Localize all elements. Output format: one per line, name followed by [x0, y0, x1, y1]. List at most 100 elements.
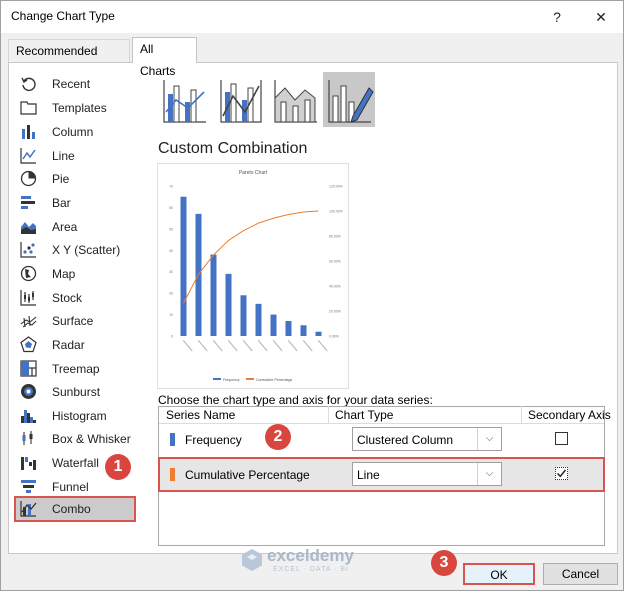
- change-chart-type-dialog: Change Chart Type ? ✕ Recommended Charts…: [0, 0, 624, 591]
- category-combo[interactable]: Combo: [14, 496, 136, 522]
- category-stock[interactable]: Stock: [16, 287, 134, 309]
- category-label: X Y (Scatter): [52, 243, 121, 257]
- category-label: Map: [52, 267, 76, 281]
- series-row-cumulative-percentage: Cumulative Percentage Line ⌵: [158, 457, 605, 492]
- combo-chart-icon: [20, 501, 37, 517]
- left-tick-label: 30: [169, 270, 173, 274]
- category-map[interactable]: Map: [16, 263, 134, 285]
- chevron-down-icon[interactable]: ⌵: [477, 463, 501, 485]
- category-column[interactable]: Column: [16, 121, 134, 143]
- preview-x-label-stub: [287, 339, 298, 352]
- box-whisker-chart-icon: [22, 431, 33, 445]
- category-label: Column: [52, 125, 94, 139]
- category-label: Box & Whisker: [52, 432, 131, 446]
- category-bar[interactable]: Bar: [16, 192, 134, 214]
- legend-frequency-swatch: [213, 378, 221, 380]
- category-xy-scatter[interactable]: X Y (Scatter): [16, 239, 134, 261]
- right-tick-label: 60.00%: [329, 260, 341, 264]
- treemap-chart-icon: [20, 360, 37, 377]
- help-button[interactable]: ?: [545, 5, 569, 29]
- category-surface[interactable]: Surface: [16, 310, 134, 332]
- preview-bar: [315, 331, 322, 336]
- dialog-title: Change Chart Type: [11, 9, 115, 23]
- category-label: Stock: [52, 291, 83, 305]
- preview-bar: [270, 314, 277, 336]
- stacked-area-column-icon: [274, 80, 317, 123]
- combo-subtype-custom-combination[interactable]: [323, 72, 375, 127]
- category-label: Histogram: [52, 409, 107, 423]
- series-row-frequency: Frequency Clustered Column ⌵: [159, 423, 604, 456]
- step-badge-1: 1: [105, 454, 131, 480]
- combo-subtype-stacked-area-column[interactable]: [269, 72, 321, 127]
- category-recent[interactable]: Recent: [16, 73, 134, 95]
- left-tick-label: 50: [169, 227, 173, 231]
- checkmark-icon: [556, 469, 567, 478]
- right-tick-label: 80.00%: [329, 235, 341, 239]
- left-tick-label: 0: [171, 335, 173, 339]
- series-prompt: Choose the chart type and axis for your …: [158, 393, 433, 407]
- left-tick-label: 70: [169, 185, 173, 189]
- stock-chart-icon: [20, 290, 36, 306]
- preview-bar: [180, 196, 187, 336]
- preview-x-label-stub: [272, 339, 283, 352]
- category-label: Radar: [52, 338, 85, 352]
- preview-bars: [180, 196, 322, 336]
- ok-button[interactable]: OK: [463, 563, 535, 585]
- preview-bar: [285, 321, 292, 336]
- preview-x-label-stub: [257, 339, 268, 352]
- funnel-chart-icon: [21, 480, 36, 493]
- secondary-axis-checkbox-cumulative[interactable]: [555, 467, 568, 480]
- category-label: Combo: [52, 502, 91, 516]
- category-box-whisker[interactable]: Box & Whisker: [16, 428, 134, 450]
- series-name: Cumulative Percentage: [185, 468, 310, 482]
- combo-subtype-column-line-secondary[interactable]: [215, 72, 267, 127]
- left-tick-label: 10: [169, 313, 173, 317]
- category-label: Area: [52, 220, 78, 234]
- header-secondary-axis: Secondary Axis: [528, 408, 611, 422]
- category-sunburst[interactable]: Sunburst: [16, 381, 134, 403]
- category-histogram[interactable]: Histogram: [16, 405, 134, 427]
- category-area[interactable]: Area: [16, 216, 134, 238]
- cancel-button[interactable]: Cancel: [543, 563, 618, 585]
- category-label: Templates: [52, 101, 107, 115]
- preview-x-label-stub: [302, 339, 313, 352]
- radar-chart-icon: [20, 336, 37, 353]
- category-label: Sunburst: [52, 385, 101, 399]
- right-axis-ticks: 0.00% 20.00% 40.00% 60.00% 80.00% 100.00% 120.…: [329, 185, 343, 339]
- secondary-axis-checkbox-frequency[interactable]: [555, 432, 568, 445]
- title-bar: Change Chart Type ? ✕: [1, 1, 623, 33]
- chart-type-select-cumulative[interactable]: Line ⌵: [352, 462, 502, 486]
- step-badge-3: 3: [431, 550, 457, 576]
- preview-bar: [240, 295, 247, 336]
- category-label: Surface: [52, 314, 94, 328]
- category-label: Pie: [52, 172, 70, 186]
- step-badge-2: 2: [265, 424, 291, 450]
- category-radar[interactable]: Radar: [16, 334, 134, 356]
- sunburst-chart-icon: [21, 384, 36, 399]
- series-name: Frequency: [185, 433, 242, 447]
- legend-cumulative-swatch: [246, 378, 254, 380]
- area-chart-icon: [21, 222, 36, 234]
- preview-x-labels: [182, 339, 328, 352]
- close-button[interactable]: ✕: [589, 5, 613, 29]
- waterfall-chart-icon: [21, 457, 36, 470]
- chart-type-value: Line: [357, 468, 380, 482]
- right-tick-label: 20.00%: [329, 310, 341, 314]
- left-tick-label: 60: [169, 206, 173, 210]
- legend-cumulative: Cumulative Percentage: [256, 378, 292, 382]
- category-line[interactable]: Line: [16, 145, 134, 167]
- tab-all-charts[interactable]: All Charts: [132, 37, 197, 78]
- category-templates[interactable]: Templates: [16, 97, 134, 119]
- preview-bar: [210, 254, 217, 336]
- exceldemy-logo-icon: [242, 549, 262, 571]
- tab-recommended-charts[interactable]: Recommended Charts: [8, 39, 130, 80]
- chevron-down-icon[interactable]: ⌵: [477, 428, 501, 450]
- category-treemap[interactable]: Treemap: [16, 358, 134, 380]
- header-separator: [521, 406, 522, 423]
- preview-title: Pareto Chart: [239, 170, 268, 176]
- category-pie[interactable]: Pie: [16, 168, 134, 190]
- watermark-name: exceldemy: [267, 546, 354, 565]
- chart-type-select-frequency[interactable]: Clustered Column ⌵: [352, 427, 502, 451]
- preview-x-label-stub: [317, 339, 328, 352]
- header-chart-type: Chart Type: [335, 408, 394, 422]
